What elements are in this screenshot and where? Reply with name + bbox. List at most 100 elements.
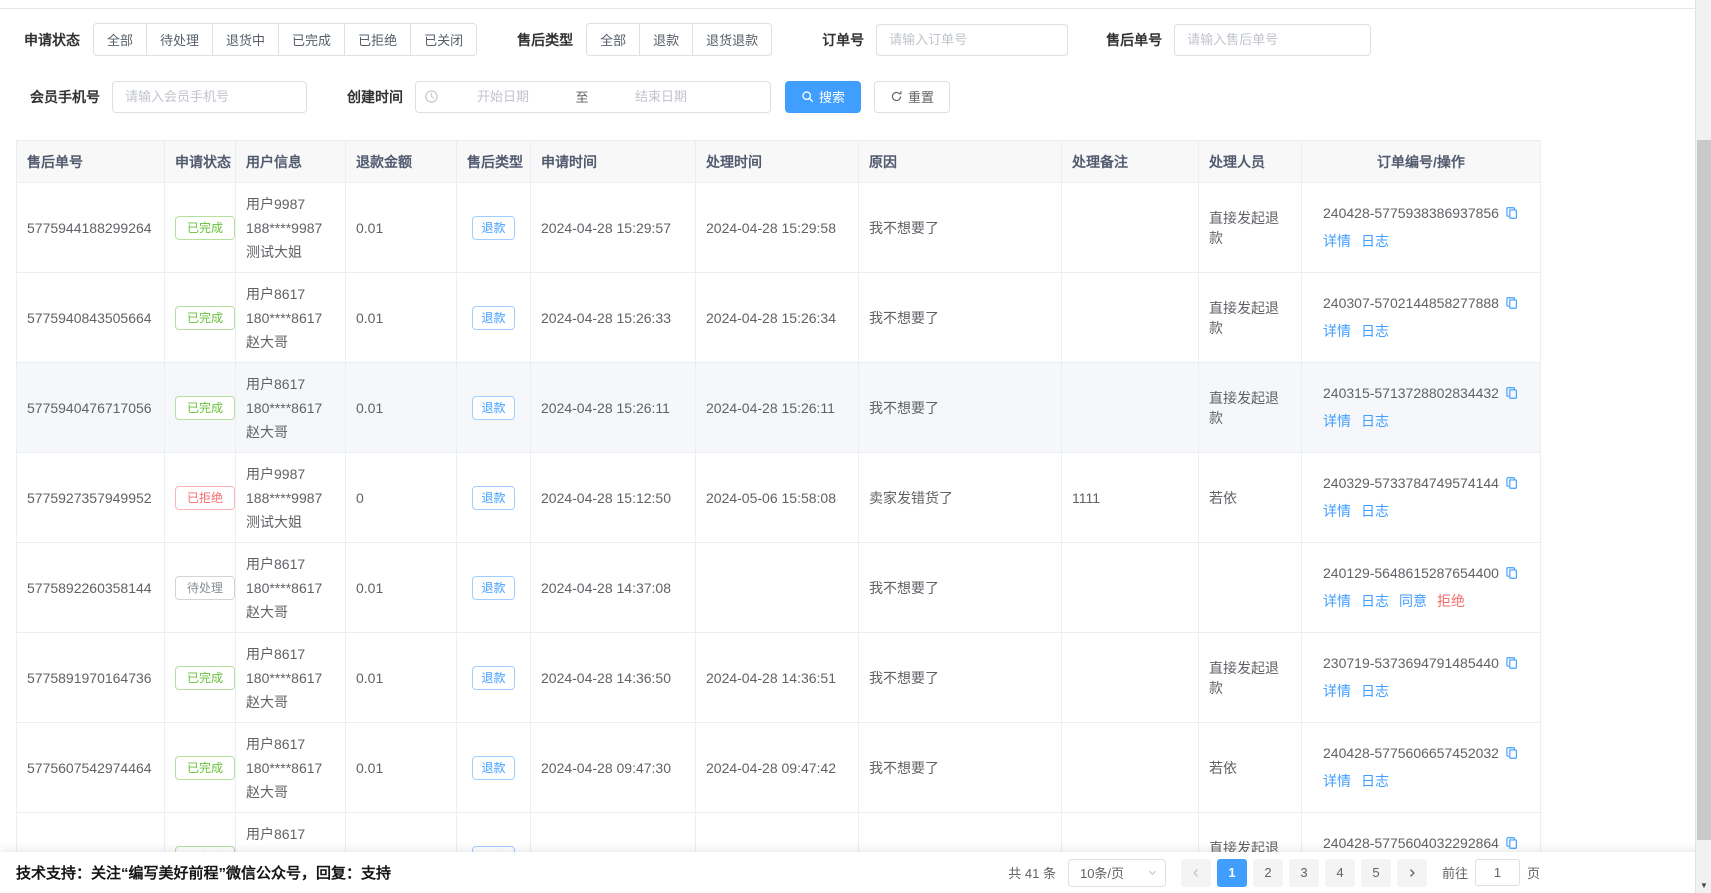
action-link[interactable]: 详情 [1323, 323, 1351, 339]
page-button[interactable]: 3 [1289, 859, 1319, 887]
user-info-cell: 用户8617 [236, 813, 346, 853]
action-link[interactable]: 详情 [1323, 413, 1351, 429]
user-info-line: 用户9987 [246, 192, 335, 216]
copy-icon[interactable] [1505, 476, 1519, 493]
start-date-input[interactable] [439, 89, 567, 104]
handle-time-cell: 2024-04-28 09:47:42 [696, 723, 859, 813]
type-option[interactable]: 退货退款 [692, 23, 772, 56]
aftersale-no-cell: 5775940476717056 [17, 363, 165, 453]
action-link[interactable]: 日志 [1361, 593, 1389, 609]
status-filter-label: 申请状态 [24, 30, 80, 50]
vertical-scrollbar[interactable]: ▼ [1695, 0, 1711, 893]
status-badge: 待处理 [175, 576, 235, 600]
status-badge: 已完成 [175, 216, 235, 240]
aftersale-no-cell: 5775944188299264 [17, 183, 165, 273]
handle-time-cell [696, 543, 859, 633]
action-link[interactable]: 详情 [1323, 233, 1351, 249]
remark-cell: 1111 [1062, 453, 1199, 543]
type-cell: 退款 [457, 273, 531, 363]
status-option[interactable]: 待处理 [146, 23, 213, 56]
status-badge: 已完成 [175, 756, 235, 780]
status-cell: 已完成 [165, 273, 236, 363]
copy-icon[interactable] [1505, 836, 1519, 853]
copy-icon[interactable] [1505, 656, 1519, 673]
page-button[interactable]: 4 [1325, 859, 1355, 887]
user-info-line: 测试大姐 [246, 240, 335, 264]
reset-button[interactable]: 重置 [874, 81, 950, 113]
column-header: 处理备注 [1062, 141, 1199, 183]
copy-icon[interactable] [1505, 386, 1519, 403]
date-range-picker[interactable]: 至 [415, 81, 771, 113]
copy-icon[interactable] [1505, 566, 1519, 583]
action-link[interactable]: 日志 [1361, 503, 1389, 519]
type-cell: 退款 [457, 813, 531, 853]
page-button[interactable]: 2 [1253, 859, 1283, 887]
aftersale-type-badge: 退款 [472, 306, 514, 330]
user-info-line: 180****8617 [246, 306, 335, 330]
search-icon [801, 90, 814, 103]
action-link[interactable]: 详情 [1323, 773, 1351, 789]
user-info-line: 180****8617 [246, 576, 335, 600]
type-option[interactable]: 退款 [639, 23, 693, 56]
user-info-cell: 用户8617180****8617赵大哥 [236, 543, 346, 633]
aftersale-no-input[interactable] [1174, 24, 1371, 56]
clock-icon [424, 89, 439, 104]
handle-time-cell: 2024-04-28 15:29:58 [696, 183, 859, 273]
order-no-input[interactable] [876, 24, 1068, 56]
status-option[interactable]: 已关闭 [410, 23, 477, 56]
type-filter-label: 售后类型 [517, 30, 573, 50]
status-option[interactable]: 已完成 [278, 23, 345, 56]
order-actions-cell: 240428-5775606657452032 详情日志 [1302, 723, 1541, 813]
table-row: 5775940843505664 已完成 用户8617180****8617赵大… [17, 273, 1541, 363]
order-number: 230719-5373694791485440 [1323, 655, 1499, 671]
end-date-input[interactable] [597, 89, 725, 104]
status-option[interactable]: 已拒绝 [344, 23, 411, 56]
refund-amount-cell: 0 [346, 453, 457, 543]
action-link[interactable]: 日志 [1361, 323, 1389, 339]
remark-cell [1062, 273, 1199, 363]
column-header: 退款金额 [346, 141, 457, 183]
action-link[interactable]: 日志 [1361, 233, 1389, 249]
action-link[interactable]: 拒绝 [1437, 593, 1465, 609]
chevron-left-icon [1190, 867, 1202, 879]
status-cell: 已完成 [165, 363, 236, 453]
user-info-line: 用户8617 [246, 642, 335, 666]
type-cell: 退款 [457, 363, 531, 453]
page-size-select[interactable]: 10条/页 [1068, 859, 1166, 887]
apply-time-cell: 2024-04-28 09:47:30 [531, 723, 696, 813]
user-info-line: 用户8617 [246, 822, 335, 846]
action-link[interactable]: 日志 [1361, 683, 1389, 699]
copy-icon[interactable] [1505, 746, 1519, 763]
prev-page-button[interactable] [1181, 859, 1211, 887]
action-link[interactable]: 同意 [1399, 593, 1427, 609]
goto-page-input[interactable] [1475, 859, 1520, 886]
action-link[interactable]: 详情 [1323, 593, 1351, 609]
status-option[interactable]: 全部 [93, 23, 147, 56]
next-page-button[interactable] [1397, 859, 1427, 887]
scrollbar-thumb[interactable] [1697, 140, 1711, 840]
scrollbar-down-arrow[interactable]: ▼ [1696, 881, 1711, 890]
remark-cell [1062, 633, 1199, 723]
copy-icon[interactable] [1505, 206, 1519, 223]
order-actions-cell: 230719-5373694791485440 详情日志 [1302, 633, 1541, 723]
status-option[interactable]: 退货中 [212, 23, 279, 56]
type-option[interactable]: 全部 [586, 23, 640, 56]
page-button[interactable]: 5 [1361, 859, 1391, 887]
filter-row-1: 申请状态 全部待处理退货中已完成已拒绝已关闭 售后类型 全部退款退货退款 订单号… [0, 23, 1711, 56]
action-link[interactable]: 详情 [1323, 683, 1351, 699]
search-button[interactable]: 搜索 [785, 81, 861, 113]
row-actions: 详情日志同意拒绝 [1323, 591, 1519, 611]
order-number: 240129-5648615287654400 [1323, 565, 1499, 581]
action-link[interactable]: 日志 [1361, 773, 1389, 789]
column-header: 订单编号/操作 [1302, 141, 1541, 183]
column-header: 原因 [859, 141, 1062, 183]
copy-icon[interactable] [1505, 296, 1519, 313]
phone-input[interactable] [112, 81, 307, 113]
pagination: 共 41 条 10条/页 12345 前往 页 [1008, 859, 1540, 887]
column-header: 申请状态 [165, 141, 236, 183]
row-actions: 详情日志 [1323, 411, 1519, 431]
status-cell: 已完成 [165, 723, 236, 813]
action-link[interactable]: 详情 [1323, 503, 1351, 519]
page-button[interactable]: 1 [1217, 859, 1247, 887]
action-link[interactable]: 日志 [1361, 413, 1389, 429]
